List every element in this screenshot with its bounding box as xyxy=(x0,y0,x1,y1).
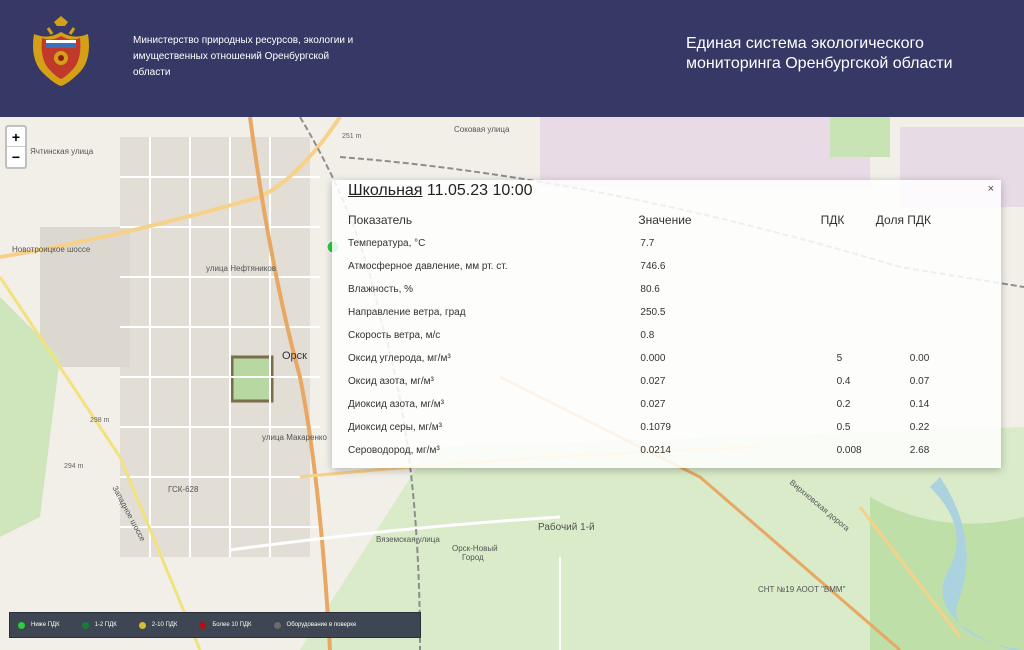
table-row: Диоксид серы, мг/м³ 0.1079 0.5 0.22 xyxy=(348,416,988,439)
city-label-orsk: Орск xyxy=(282,350,307,362)
street-label: улица Макаренко xyxy=(262,433,327,442)
legend-item: 1-2 ПДК xyxy=(81,621,117,629)
table-row: Атмосферное давление, мм рт. ст. 746.6 xyxy=(348,255,988,278)
street-label: Вяземская улица xyxy=(376,535,440,544)
header: Министерство природных ресурсов, экологи… xyxy=(0,0,1024,117)
table-cell-share: 0.00 xyxy=(909,353,930,364)
table-cell-value: 80.6 xyxy=(640,284,660,295)
legend-dot-icon xyxy=(18,621,25,629)
street-label: Ячтинская улица xyxy=(30,147,94,156)
table-cell-name: Диоксид азота, мг/м³ xyxy=(348,399,444,410)
table-header-row: Показатель Значение ПДК Доля ПДК xyxy=(348,208,988,232)
elevation-label: 251 m xyxy=(342,133,362,140)
coat-of-arms-icon xyxy=(33,16,89,86)
table-cell-value: 0.027 xyxy=(640,376,666,387)
popup-header: Школьная 11.05.23 10:00 xyxy=(348,182,533,200)
table-row: Оксид азота, мг/м³ 0.027 0.4 0.07 xyxy=(348,370,988,393)
legend-dot-icon xyxy=(273,621,281,629)
legend-dot-icon xyxy=(199,621,207,629)
table-cell-name: Диоксид серы, мг/м³ xyxy=(348,422,442,433)
legend-label: Более 10 ПДК xyxy=(212,622,252,628)
column-header: Показатель xyxy=(348,213,413,227)
zoom-out-button[interactable]: − xyxy=(7,147,25,167)
legend-item: Оборудование в поверке xyxy=(273,621,357,629)
table-cell-share xyxy=(868,255,988,278)
table-cell-value: 0.0214 xyxy=(640,445,671,456)
street-label: улица Нефтяников xyxy=(206,264,277,273)
legend-label: Ниже ПДК xyxy=(31,622,60,628)
readings-table: Показатель Значение ПДК Доля ПДК Темпера… xyxy=(348,208,988,462)
table-cell-name: Влажность, % xyxy=(348,284,414,295)
table-cell-name: Скорость ветра, м/с xyxy=(348,330,441,341)
table-cell-name: Атмосферное давление, мм рт. ст. xyxy=(348,261,508,272)
table-cell-name: Сероводород, мг/м³ xyxy=(348,445,440,456)
street-label: Новотроицкое шоссе xyxy=(12,245,91,254)
table-row: Влажность, % 80.6 xyxy=(348,278,988,301)
column-header: ПДК xyxy=(820,213,845,227)
zoom-in-button[interactable]: + xyxy=(7,127,25,147)
table-cell-value: 0.000 xyxy=(640,353,666,364)
legend-item: Ниже ПДК xyxy=(18,621,60,629)
elevation-label: 298 m xyxy=(90,417,110,424)
table-cell-pdk: 0.2 xyxy=(836,399,851,410)
table-cell-pdk xyxy=(725,255,868,278)
table-cell-name: Температура, °С xyxy=(348,238,426,249)
legend-label: 1-2 ПДК xyxy=(94,622,117,628)
table-cell-share: 0.07 xyxy=(909,376,930,387)
table-cell-name: Направление ветра, град xyxy=(348,307,466,318)
table-cell-share: 0.14 xyxy=(909,399,930,410)
label-snt: СНТ №19 АООТ "ВММ" xyxy=(758,585,846,594)
table-cell-pdk xyxy=(725,278,868,301)
table-cell-share: 0.22 xyxy=(909,422,930,433)
table-row: Сероводород, мг/м³ 0.0214 0.008 2.68 xyxy=(348,439,988,462)
legend-label: 2-10 ПДК xyxy=(151,622,178,628)
legend: Ниже ПДК 1-2 ПДК 2-10 ПДК Более 10 ПДК Обору… xyxy=(9,612,421,638)
table-cell-value: 746.6 xyxy=(640,261,666,272)
legend-item: 2-10 ПДК xyxy=(138,621,178,629)
table-cell-pdk xyxy=(725,301,868,324)
station-popup: × Школьная 11.05.23 10:00 Показатель Зна… xyxy=(332,180,1001,468)
table-cell-pdk xyxy=(725,324,868,347)
legend-label: Оборудование в поверке xyxy=(286,622,357,628)
elevation-label: 294 m xyxy=(64,463,84,470)
table-cell-pdk: 0.008 xyxy=(836,445,862,456)
table-cell-value: 7.7 xyxy=(640,238,655,249)
column-header: Значение xyxy=(638,213,692,227)
table-cell-share xyxy=(868,301,988,324)
zoom-control: + − xyxy=(5,125,27,169)
table-cell-share xyxy=(868,324,988,347)
system-title: Единая система экологического мониторинг… xyxy=(686,35,953,72)
district-label-rabochiy: Рабочий 1-й xyxy=(538,522,595,533)
table-cell-pdk: 0.5 xyxy=(836,422,851,433)
table-cell-value: 0.8 xyxy=(640,330,655,341)
table-row: Температура, °С 7.7 xyxy=(348,232,988,255)
table-cell-pdk: 0.4 xyxy=(836,376,851,387)
table-cell-name: Оксид азота, мг/м³ xyxy=(348,376,434,387)
table-row: Диоксид азота, мг/м³ 0.027 0.2 0.14 xyxy=(348,393,988,416)
column-header: Доля ПДК xyxy=(875,213,932,227)
ministry-name: Министерство природных ресурсов, экологи… xyxy=(133,35,354,78)
table-cell-name: Оксид углерода, мг/м³ xyxy=(348,353,451,364)
label-gsk: ГСК-628 xyxy=(168,485,199,494)
table-cell-pdk xyxy=(725,232,868,255)
close-icon[interactable]: × xyxy=(988,183,994,195)
table-row: Направление ветра, град 250.5 xyxy=(348,301,988,324)
label-orsk-novy: Орск-Новый xyxy=(452,544,498,553)
station-link[interactable]: Школьная xyxy=(348,182,422,199)
table-cell-value: 250.5 xyxy=(640,307,666,318)
legend-dot-icon xyxy=(138,621,146,629)
street-label: Соковая улица xyxy=(454,125,510,134)
table-cell-pdk: 5 xyxy=(836,353,843,364)
table-cell-share xyxy=(868,232,988,255)
table-cell-value: 0.027 xyxy=(640,399,666,410)
legend-item: Более 10 ПДК xyxy=(199,621,252,629)
table-cell-value: 0.1079 xyxy=(640,422,671,433)
table-cell-share xyxy=(868,278,988,301)
table-row: Оксид углерода, мг/м³ 0.000 5 0.00 xyxy=(348,347,988,370)
table-row: Скорость ветра, м/с 0.8 xyxy=(348,324,988,347)
label-gorod: Город xyxy=(462,553,484,562)
table-cell-share: 2.68 xyxy=(909,445,930,456)
legend-dot-icon xyxy=(81,621,89,629)
popup-datetime: 11.05.23 10:00 xyxy=(426,182,533,199)
